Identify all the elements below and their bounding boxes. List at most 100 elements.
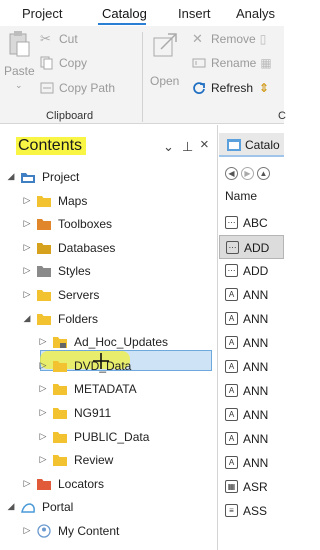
- tree-item-review[interactable]: ▷ Review: [0, 448, 218, 472]
- collapsed-arrow-icon[interactable]: ▷: [38, 336, 48, 347]
- open-button[interactable]: Open: [146, 30, 182, 100]
- collapsed-arrow-icon[interactable]: ▷: [22, 525, 32, 536]
- collapsed-arrow-icon[interactable]: ▷: [38, 407, 48, 418]
- maps-folder-icon: [37, 195, 51, 207]
- expanded-arrow-icon[interactable]: ◢: [6, 171, 16, 182]
- tree-item-maps[interactable]: ▷ Maps: [0, 189, 218, 213]
- tree-item-label: Maps: [58, 193, 88, 208]
- tree-item-databases[interactable]: ▷ Databases: [0, 236, 218, 260]
- tree-item-metadata[interactable]: ▷ METADATA: [0, 377, 218, 401]
- catalog-tab-label: Catalo: [245, 138, 280, 152]
- sort-icon: ⇕: [259, 81, 270, 95]
- catalog-item-label: ANN: [243, 432, 269, 446]
- tree-item-my-content[interactable]: ▷ My Content: [0, 519, 218, 543]
- catalog-item[interactable]: ⋯ ADD: [219, 259, 284, 283]
- catalog-item[interactable]: A ANN: [219, 355, 284, 379]
- tab-project[interactable]: Project: [22, 6, 62, 21]
- name-column-header[interactable]: Name: [225, 189, 257, 203]
- pane-menu-icon[interactable]: ⌄: [163, 139, 174, 155]
- paste-button[interactable]: Paste ⌄: [4, 30, 35, 100]
- collapsed-arrow-icon[interactable]: ▷: [38, 360, 48, 371]
- tree-item-project[interactable]: ◢ Project: [0, 165, 218, 189]
- folder-icon: [53, 360, 67, 372]
- collapsed-arrow-icon[interactable]: ▷: [22, 218, 32, 229]
- catalog-item[interactable]: ⋯ ADD: [219, 235, 284, 259]
- tree-item-label: Toolboxes: [58, 217, 113, 232]
- tree-item-servers[interactable]: ▷ Servers: [0, 283, 218, 307]
- tree-item-folders[interactable]: ◢ Folders: [0, 307, 218, 331]
- catalog-item[interactable]: A ANN: [219, 379, 284, 403]
- tab-analysis[interactable]: Analys: [236, 6, 275, 21]
- table-grid-icon: ≡: [225, 504, 238, 517]
- refresh-icon: [193, 82, 205, 94]
- catalog-item[interactable]: A ANN: [219, 427, 284, 451]
- collapsed-arrow-icon[interactable]: ▷: [22, 265, 32, 276]
- catalog-item[interactable]: A ANN: [219, 307, 284, 331]
- rename-button[interactable]: Rename ▦: [192, 56, 272, 70]
- open-icon: [153, 33, 177, 57]
- folder-icon: [53, 408, 67, 419]
- contents-pane-header: Contents ⌄ ⊥ ×: [0, 133, 218, 159]
- catalog-item-label: ADD: [244, 241, 270, 255]
- forward-icon[interactable]: ▶: [241, 167, 254, 180]
- clipboard-group-label: Clipboard: [46, 110, 94, 122]
- organize-group-label: C: [278, 110, 286, 122]
- collapsed-arrow-icon[interactable]: ▷: [38, 454, 48, 465]
- databases-folder-icon: [37, 242, 51, 254]
- collapsed-arrow-icon[interactable]: ▷: [22, 289, 32, 300]
- expanded-arrow-icon[interactable]: ◢: [6, 501, 16, 512]
- chevron-down-icon: ⌄: [15, 80, 23, 90]
- tree-item-label: Locators: [58, 476, 105, 491]
- catalog-item[interactable]: ≡ ASS: [219, 499, 284, 523]
- catalog-item[interactable]: A ANN: [219, 331, 284, 355]
- refresh-button[interactable]: Refresh ⇕: [192, 81, 269, 95]
- up-icon[interactable]: ▲: [257, 167, 270, 180]
- tree-item-ad-hoc-updates[interactable]: ▷ Ad_Hoc_Updates: [0, 330, 218, 354]
- collapsed-arrow-icon[interactable]: ▷: [38, 383, 48, 394]
- collapsed-arrow-icon[interactable]: ▷: [22, 242, 32, 253]
- contents-pane: Contents ⌄ ⊥ × ◢ Project ▷ Maps ▷ Toolboxes ▷ D…: [0, 125, 218, 550]
- collapsed-arrow-icon[interactable]: ▷: [22, 478, 32, 489]
- ribbon-divider: [142, 32, 143, 122]
- catalog-item[interactable]: ▦ ASR: [219, 475, 284, 499]
- tree-item-toolboxes[interactable]: ▷ Toolboxes: [0, 212, 218, 236]
- tree-item-label: Review: [74, 453, 114, 468]
- close-icon[interactable]: ×: [200, 136, 209, 153]
- copy-label: Copy: [59, 56, 88, 70]
- cut-label: Cut: [59, 32, 78, 46]
- remove-icon: ✕: [192, 31, 203, 46]
- catalog-tab[interactable]: Catalo: [219, 133, 284, 157]
- locators-folder-icon: [37, 478, 51, 490]
- catalog-item[interactable]: A ANN: [219, 283, 284, 307]
- table-icon: ⋯: [225, 216, 238, 229]
- tab-catalog[interactable]: Catalog: [102, 6, 147, 21]
- annotation-icon: A: [225, 360, 238, 373]
- copy-path-button[interactable]: Copy Path: [40, 81, 115, 95]
- tree-item-public-data[interactable]: ▷ PUBLIC_Data: [0, 425, 218, 449]
- expanded-arrow-icon[interactable]: ◢: [22, 313, 32, 324]
- tree-item-label: Folders: [58, 311, 99, 326]
- collapsed-arrow-icon[interactable]: ▷: [22, 195, 32, 206]
- tree-item-locators[interactable]: ▷ Locators: [0, 472, 218, 496]
- tree-item-label: My Content: [58, 524, 120, 538]
- annotation-icon: A: [225, 288, 238, 301]
- copy-button[interactable]: Copy: [40, 56, 87, 70]
- tree-item-portal[interactable]: ◢ Portal: [0, 495, 218, 519]
- catalog-item-label: ASS: [243, 504, 268, 518]
- tree-item-styles[interactable]: ▷ Styles: [0, 259, 218, 283]
- tree-item-ng911[interactable]: ▷ NG911: [0, 401, 218, 425]
- collapsed-arrow-icon[interactable]: ▷: [38, 431, 48, 442]
- catalog-item[interactable]: ⋯ ABC: [219, 211, 284, 235]
- scissors-icon: ✂: [40, 31, 51, 46]
- table-icon: ⋯: [226, 241, 239, 254]
- catalog-item-label: ANN: [243, 384, 269, 398]
- catalog-item[interactable]: A ANN: [219, 403, 284, 427]
- pin-icon[interactable]: ⊥: [182, 139, 193, 155]
- back-icon[interactable]: ◀: [225, 167, 238, 180]
- catalog-item[interactable]: A ANN: [219, 451, 284, 475]
- annotation-icon: A: [225, 312, 238, 325]
- cut-button[interactable]: ✂ Cut: [40, 31, 78, 47]
- tab-insert[interactable]: Insert: [178, 6, 211, 21]
- remove-button[interactable]: ✕ Remove ▯: [192, 31, 266, 47]
- annotation-icon: A: [225, 432, 238, 445]
